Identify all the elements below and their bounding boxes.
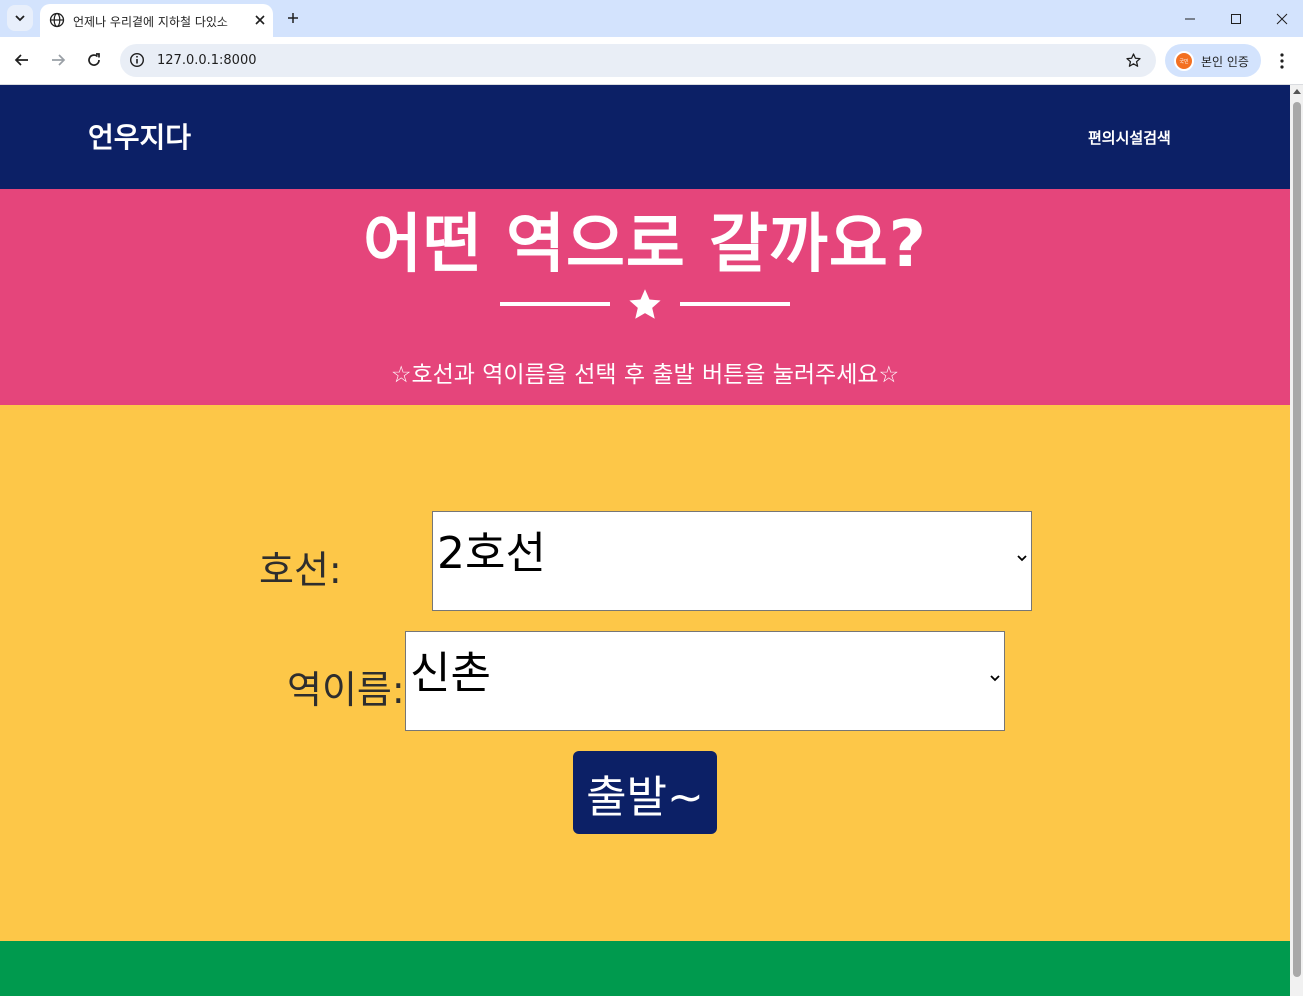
maximize-icon	[1231, 13, 1241, 24]
nav-link-facility-search[interactable]: 편의시설검색	[1088, 127, 1171, 148]
scroll-up-arrow[interactable]	[1293, 89, 1301, 94]
site-footer	[0, 941, 1290, 996]
browser-tab-bar: 언제나 우리곁에 지하철 다있소	[0, 0, 1303, 37]
station-select-value: 신촌	[410, 648, 491, 699]
forward-icon	[52, 54, 66, 66]
line-select[interactable]: 2호선	[432, 511, 1032, 611]
plus-icon	[288, 13, 298, 23]
chevron-down-icon	[1017, 555, 1027, 562]
browser-toolbar: 127.0.0.1:8000 국민 본인 인증	[0, 37, 1303, 85]
browser-menu-button[interactable]	[1271, 50, 1293, 72]
profile-verify-button[interactable]: 국민 본인 인증	[1165, 44, 1261, 77]
chevron-down-icon	[990, 675, 1000, 682]
profile-avatar: 국민	[1174, 51, 1194, 71]
divider-line-left	[500, 302, 610, 306]
hero-title: 어떤 역으로 갈까요?	[363, 208, 927, 282]
divider-line-right	[680, 302, 790, 306]
hero-subtitle: ☆호선과 역이름을 선택 후 출발 버튼을 눌러주세요☆	[390, 362, 900, 388]
address-bar[interactable]: 127.0.0.1:8000	[120, 44, 1156, 77]
minimize-button[interactable]	[1167, 0, 1213, 37]
menu-icon	[1280, 53, 1284, 69]
scroll-thumb[interactable]	[1293, 102, 1301, 977]
site-brand[interactable]: 언우지다	[88, 116, 191, 156]
tab-close-button[interactable]	[250, 10, 270, 30]
page-scrollbar[interactable]	[1290, 85, 1303, 996]
new-tab-button[interactable]	[282, 7, 304, 29]
maximize-button[interactable]	[1213, 0, 1259, 37]
close-icon	[255, 15, 265, 25]
back-button[interactable]	[9, 47, 35, 73]
site-navbar: 언우지다 편의시설검색	[0, 85, 1290, 189]
station-form: 호선: 2호선 역이름: 신촌 출발~	[0, 405, 1290, 941]
forward-button[interactable]	[45, 47, 71, 73]
window-close-icon	[1276, 13, 1288, 24]
profile-label: 본인 인증	[1201, 55, 1249, 69]
station-select[interactable]: 신촌	[405, 631, 1005, 731]
reload-icon	[88, 53, 100, 66]
star-icon	[629, 289, 661, 319]
minimize-icon	[1185, 18, 1195, 19]
url-text: 127.0.0.1:8000	[157, 53, 257, 68]
browser-tab[interactable]: 언제나 우리곁에 지하철 다있소	[40, 4, 273, 37]
window-close-button[interactable]	[1259, 0, 1303, 37]
line-label: 호선:	[259, 548, 342, 592]
tab-title: 언제나 우리곁에 지하철 다있소	[73, 15, 228, 29]
globe-icon	[49, 12, 65, 28]
reload-button[interactable]	[81, 47, 107, 73]
tab-search-button[interactable]	[7, 5, 33, 31]
back-icon	[14, 54, 28, 66]
page-viewport: 언우지다 편의시설검색 어떤 역으로 갈까요? ☆호선과 역이름을 선택 후 출…	[0, 85, 1290, 996]
line-select-value: 2호선	[437, 528, 546, 579]
chevron-down-icon	[15, 15, 25, 22]
hero-section: 어떤 역으로 갈까요? ☆호선과 역이름을 선택 후 출발 버튼을 눌러주세요☆	[0, 189, 1290, 405]
station-label: 역이름:	[287, 668, 405, 712]
depart-button[interactable]: 출발~	[573, 751, 717, 834]
info-icon[interactable]	[129, 52, 145, 68]
star-icon[interactable]	[1125, 52, 1142, 69]
